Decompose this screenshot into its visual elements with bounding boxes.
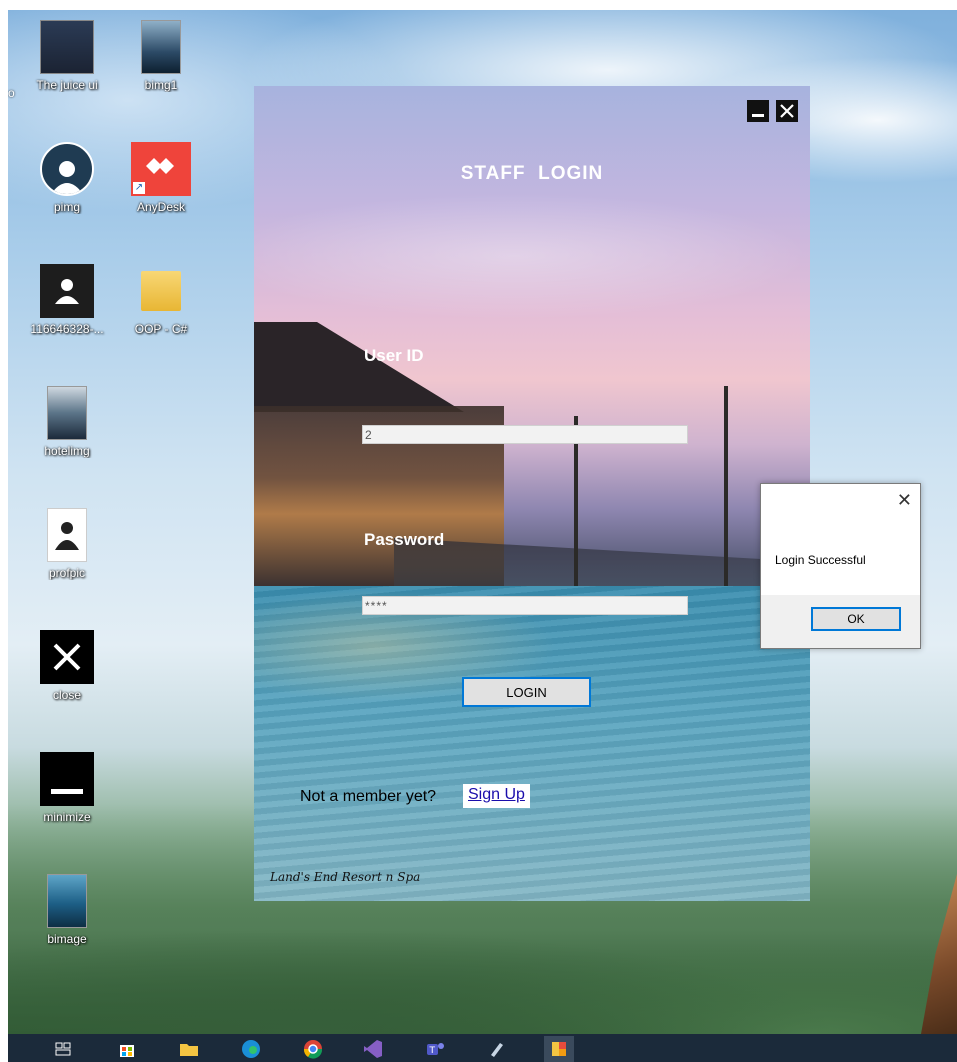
desktop-icon-label: hotelimg — [44, 444, 90, 458]
message-text: Login Successful — [775, 553, 866, 567]
close-icon[interactable]: ✕ — [897, 490, 912, 511]
login-button[interactable]: LOGIN — [462, 677, 591, 707]
desktop-icon-label: bimage — [47, 932, 87, 946]
desktop-icon-label: close — [52, 688, 81, 702]
close-button[interactable] — [776, 100, 798, 122]
desktop-icon-label: OOP - C# — [134, 322, 188, 336]
background-roof — [254, 322, 464, 412]
shortcut-arrow-icon: ↗ — [133, 182, 145, 194]
ok-button[interactable]: OK — [811, 607, 901, 631]
visual-studio-icon[interactable] — [358, 1036, 388, 1062]
teams-icon[interactable]: T — [420, 1036, 450, 1062]
desktop-icon-juice-ui[interactable]: The juice ui — [24, 20, 110, 92]
user-avatar-icon — [40, 264, 94, 318]
photo-thumbnail-icon — [47, 874, 87, 928]
photo-thumbnail-icon — [141, 20, 181, 74]
desktop-icon-hotelimg[interactable]: hotelimg — [24, 386, 110, 458]
user-id-input[interactable] — [362, 425, 688, 444]
desktop-icon-116646328[interactable]: 116646328-... — [24, 264, 110, 336]
desktop-icon-label: pimg — [53, 200, 80, 214]
minimize-icon — [40, 752, 94, 806]
file-explorer-icon[interactable] — [174, 1036, 204, 1062]
password-label: Password — [364, 530, 445, 549]
login-window: STAFF LOGIN User ID Password LOGIN Not a… — [254, 86, 810, 901]
pen-icon[interactable] — [482, 1036, 512, 1062]
desktop-icon-profpic[interactable]: profpic — [24, 508, 110, 580]
brand-signature: Land's End Resort n Spa — [270, 870, 421, 884]
edge-icon[interactable] — [236, 1036, 266, 1062]
user-id-label: User ID — [364, 346, 424, 365]
close-icon — [40, 630, 94, 684]
desktop-icon-label: minimize — [43, 810, 91, 824]
folder-icon — [141, 271, 181, 311]
store-icon[interactable] — [112, 1036, 142, 1062]
app-window-icon[interactable] — [544, 1036, 574, 1062]
desktop-icon-minimize[interactable]: minimize — [24, 752, 110, 824]
user-avatar-icon — [40, 142, 94, 196]
desktop-icon-label: The juice ui — [36, 78, 98, 92]
background-pool — [254, 586, 810, 901]
message-box: ✕ Login Successful OK — [760, 483, 921, 649]
message-footer: OK — [761, 595, 920, 648]
password-input[interactable] — [362, 596, 688, 615]
background-palm — [724, 386, 728, 586]
close-icon — [780, 104, 794, 118]
desktop-icon-pimg[interactable]: pimg — [24, 142, 110, 214]
sign-up-link[interactable]: Sign Up — [463, 784, 530, 808]
desktop-icon-bimg1[interactable]: bimg1 — [118, 20, 204, 92]
minimize-button[interactable] — [747, 100, 769, 122]
person-icon — [47, 508, 87, 562]
taskbar: T — [8, 1034, 957, 1062]
page-title: STAFF LOGIN — [460, 163, 604, 184]
desktop-icon-oop-csharp[interactable]: OOP - C# — [118, 264, 204, 336]
minimize-icon — [752, 114, 764, 117]
desktop-icon-label: profpic — [48, 566, 86, 580]
desktop-icon-label: AnyDesk — [136, 200, 186, 214]
desktop-icon-anydesk[interactable]: ↗ AnyDesk — [118, 142, 204, 214]
desktop-edge-label: o — [8, 86, 15, 100]
photo-thumbnail-icon — [40, 20, 94, 74]
task-view-icon[interactable] — [48, 1036, 78, 1062]
svg-text:T: T — [429, 1046, 436, 1056]
not-member-text: Not a member yet? — [300, 788, 437, 805]
desktop-icon-label: 116646328-... — [30, 322, 104, 336]
chrome-icon[interactable] — [298, 1036, 328, 1062]
desktop-icon-label: bimg1 — [144, 78, 178, 92]
anydesk-icon: ↗ — [131, 142, 191, 196]
desktop-icon-close[interactable]: close — [24, 630, 110, 702]
desktop-icon-bimage[interactable]: bimage — [24, 874, 110, 946]
photo-thumbnail-icon — [47, 386, 87, 440]
